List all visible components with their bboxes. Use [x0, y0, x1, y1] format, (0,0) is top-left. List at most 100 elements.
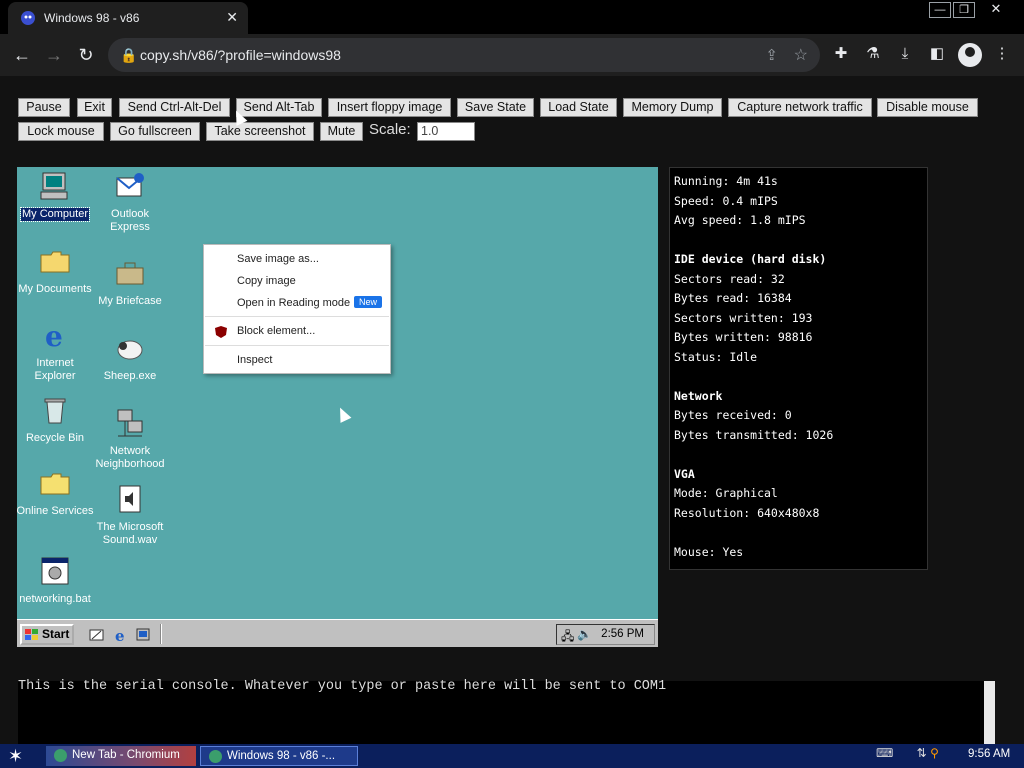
vga-header: VGA: [674, 467, 695, 481]
desktop-icon-outlook-express[interactable]: Outlook Express: [90, 170, 170, 234]
sound-file-icon: [119, 485, 141, 513]
download-icon[interactable]: ⤓: [894, 43, 916, 65]
stat-speed: Speed: 0.4 mIPS: [674, 194, 778, 208]
v86-favicon-icon: [21, 11, 35, 25]
svg-text:e: e: [115, 627, 125, 643]
desktop-icon-my-computer[interactable]: My Computer: [17, 170, 95, 222]
chromium-icon: [54, 749, 67, 762]
desktop-icon-label: My Computer: [19, 207, 91, 222]
lock-icon: 🔒: [120, 47, 138, 63]
take-screenshot-button[interactable]: Take screenshot: [206, 122, 314, 141]
side-panel-icon[interactable]: ◧: [926, 43, 948, 65]
windows-flag-icon: [25, 629, 38, 640]
network-tray-icon[interactable]: ⇅: [917, 746, 927, 760]
ide-header: IDE device (hard disk): [674, 252, 827, 266]
scale-input[interactable]: 1.0: [417, 122, 475, 141]
taskbar-item-windows98[interactable]: Windows 98 - v86 -...: [200, 746, 358, 766]
os-system-tray: ⌨ ⇅ ⚲: [876, 746, 939, 760]
new-badge: New: [354, 296, 383, 308]
minimize-window-button[interactable]: —: [929, 2, 951, 18]
lock-mouse-button[interactable]: Lock mouse: [18, 122, 104, 141]
pause-button[interactable]: Pause: [18, 98, 70, 117]
forward-arrow-icon[interactable]: →: [41, 42, 67, 68]
close-window-button[interactable]: ✕: [985, 2, 1007, 18]
tab-close-icon[interactable]: ✕: [226, 9, 238, 26]
taskbar-item-new-tab[interactable]: New Tab - Chromium: [46, 746, 196, 766]
desktop-icon-label: My Documents: [18, 283, 92, 295]
stat-mode: Mode: Graphical: [674, 486, 778, 500]
load-state-button[interactable]: Load State: [540, 98, 617, 117]
serial-console-scrollbar[interactable]: [984, 681, 995, 744]
os-clock: 9:56 AM: [968, 748, 1011, 760]
desktop-icon-my-documents[interactable]: My Documents: [17, 245, 95, 296]
tab-title: Windows 98 - v86: [44, 11, 140, 25]
channels-quicklaunch-icon[interactable]: [136, 627, 152, 643]
stat-mouse: Mouse: Yes: [674, 545, 744, 559]
mute-button[interactable]: Mute: [320, 122, 363, 141]
disable-mouse-button[interactable]: Disable mouse: [877, 98, 978, 117]
desktop-icon-internet-explorer[interactable]: e Internet Explorer: [17, 319, 95, 383]
show-desktop-icon[interactable]: [89, 627, 105, 643]
stat-bytes-transmitted: Bytes transmitted: 1026: [674, 428, 834, 442]
desktop-icon-label: Online Services: [17, 505, 94, 517]
keyboard-tray-icon[interactable]: ⌨: [876, 746, 893, 760]
desktop-icon-label: Sheep.exe: [103, 370, 157, 382]
menu-item-block-element[interactable]: Block element...: [237, 325, 315, 337]
desktop-icon-label: Recycle Bin: [25, 432, 85, 444]
volume-tray-icon[interactable]: 🔈: [577, 627, 592, 641]
emulator-screen[interactable]: My Computer My Documents e Internet Expl…: [17, 167, 658, 647]
menu-item-copy-image[interactable]: Copy image: [237, 275, 296, 287]
labs-flask-icon[interactable]: ⚗: [862, 43, 884, 65]
folder-icon: [40, 473, 70, 495]
browser-tab-strip: Windows 98 - v86 ✕ — ❐ ✕: [0, 0, 1024, 34]
exit-button[interactable]: Exit: [77, 98, 112, 117]
start-button[interactable]: Start: [20, 624, 74, 645]
desktop-icon-microsoft-sound[interactable]: The Microsoft Sound.wav: [90, 483, 170, 547]
capture-network-traffic-button[interactable]: Capture network traffic: [728, 98, 872, 117]
outlook-express-icon: [116, 173, 144, 197]
profile-avatar-icon[interactable]: [958, 43, 982, 67]
menu-dots-icon[interactable]: ⋮: [991, 43, 1013, 65]
url-text: copy.sh/v86/?profile=windows98: [140, 47, 341, 63]
mouse-cursor-icon: [334, 405, 352, 423]
search-tray-icon[interactable]: ⚲: [930, 746, 939, 760]
sheep-icon: [117, 340, 143, 360]
network-tray-icon[interactable]: 🖧: [561, 627, 574, 647]
stat-resolution: Resolution: 640x480x8: [674, 506, 820, 520]
desktop-icon-label: My Briefcase: [98, 295, 162, 307]
save-state-button[interactable]: Save State: [457, 98, 534, 117]
bookmark-star-icon[interactable]: ☆: [794, 45, 808, 65]
menu-item-reading-mode[interactable]: Open in Reading mode: [237, 297, 350, 309]
desktop-icon-networking-bat[interactable]: networking.bat: [17, 555, 95, 606]
reload-icon[interactable]: ↻: [73, 42, 99, 68]
go-fullscreen-button[interactable]: Go fullscreen: [110, 122, 200, 141]
back-arrow-icon[interactable]: ←: [9, 42, 35, 68]
memory-dump-button[interactable]: Memory Dump: [623, 98, 722, 117]
ie-quicklaunch-icon[interactable]: e: [113, 627, 129, 643]
menu-item-save-image[interactable]: Save image as...: [237, 253, 319, 265]
desktop-icon-sheep-exe[interactable]: Sheep.exe: [90, 332, 170, 383]
stat-avg-speed: Avg speed: 1.8 mIPS: [674, 213, 806, 227]
send-alt-tab-button[interactable]: Send Alt-Tab: [236, 98, 322, 117]
desktop-icon-network-neighborhood[interactable]: Network Neighborhood: [90, 407, 170, 471]
send-ctrl-alt-del-button[interactable]: Send Ctrl-Alt-Del: [119, 98, 230, 117]
menu-item-inspect[interactable]: Inspect: [237, 354, 272, 366]
desktop-icon-my-briefcase[interactable]: My Briefcase: [90, 257, 170, 308]
restore-window-button[interactable]: ❐: [953, 2, 975, 18]
desktop-icon-label: Outlook Express: [110, 208, 150, 233]
address-bar[interactable]: 🔒 copy.sh/v86/?profile=windows98 ⇪ ☆: [108, 38, 820, 72]
desktop-icon-recycle-bin[interactable]: Recycle Bin: [17, 394, 95, 445]
share-icon[interactable]: ⇪: [765, 46, 778, 64]
os-taskbar: ✶ New Tab - Chromium Windows 98 - v86 -.…: [0, 744, 1024, 768]
browser-tab[interactable]: Windows 98 - v86 ✕: [8, 2, 248, 34]
desktop-icon-label: The Microsoft Sound.wav: [96, 521, 164, 546]
serial-console-text: This is the serial console. Whatever you…: [18, 679, 667, 694]
os-start-icon[interactable]: ✶: [8, 746, 23, 767]
insert-floppy-button[interactable]: Insert floppy image: [328, 98, 451, 117]
win98-taskbar: Start e 🖧 🔈 2:56 PM: [17, 619, 658, 647]
win98-clock: 2:56 PM: [601, 628, 644, 640]
extensions-puzzle-icon[interactable]: ✚: [830, 43, 852, 65]
stat-sectors-read: Sectors read: 32: [674, 272, 785, 286]
desktop-icon-online-services[interactable]: Online Services: [17, 467, 95, 518]
context-menu: Save image as... Copy image Open in Read…: [203, 244, 391, 374]
